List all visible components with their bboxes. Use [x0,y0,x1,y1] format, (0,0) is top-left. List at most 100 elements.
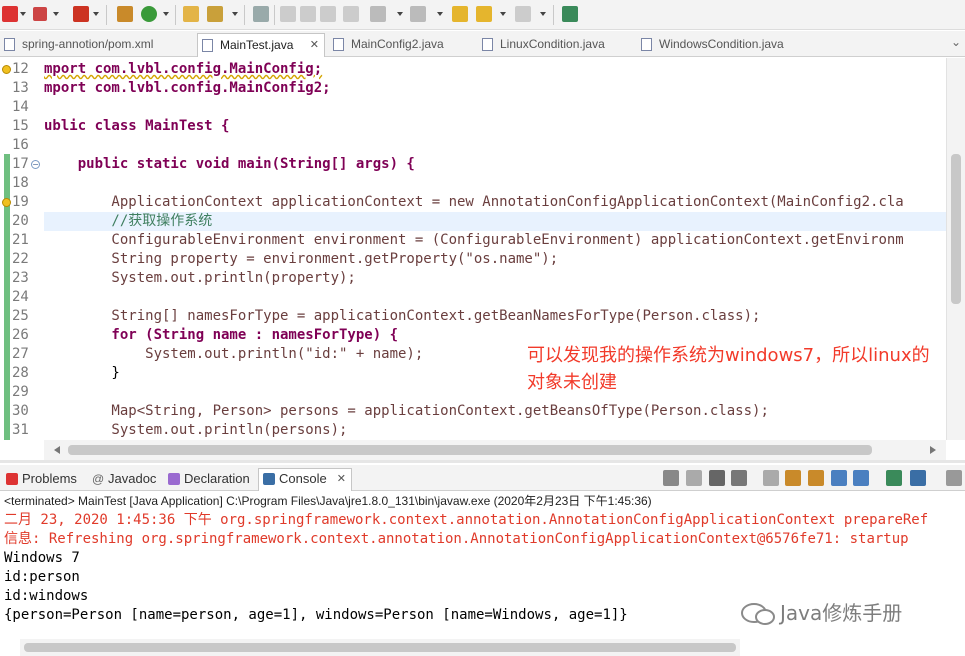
debug-icon[interactable] [2,6,18,22]
search-icon[interactable] [253,6,269,22]
tab-mainconfig2-java[interactable]: MainConfig2.java [329,33,469,57]
java-file-icon [333,38,344,51]
code-line: String property = environment.getPropert… [44,251,559,267]
word-wrap-icon[interactable] [785,470,801,486]
code-line: ApplicationContext applicationContext = … [44,194,904,210]
tab-declaration[interactable]: Declaration [164,469,254,489]
run-icon[interactable] [73,6,89,22]
paragraph-icon[interactable] [343,6,359,22]
view-menu-icon[interactable] [910,470,926,486]
scroll-lock-icon[interactable] [763,470,779,486]
line-number: 28 [12,365,29,381]
console-line: id:person [4,569,80,585]
problems-icon [6,473,18,485]
console-horizontal-scrollbar[interactable] [20,639,740,656]
line-number: 31 [12,422,29,438]
wechat-icon [741,603,775,625]
console-view-icon[interactable] [562,6,578,22]
annotation-icon[interactable] [320,6,336,22]
back-icon[interactable] [476,6,492,22]
code-line: System.out.println("id:" + name); [44,346,424,362]
tab-pom-xml[interactable]: spring-annotion/pom.xml [0,33,190,57]
line-number: 23 [12,270,29,286]
tab-problems[interactable]: Problems [2,469,84,489]
tab-label: MainConfig2.java [351,37,444,51]
javadoc-icon: @ [92,472,105,486]
editor-horizontal-scrollbar[interactable] [44,440,946,460]
tab-label: MainTest.java [220,38,294,52]
line-number: 22 [12,251,29,267]
red-annotation-note: 可以发现我的操作系统为windows7，所以linux的对象未创建 [527,345,930,393]
remove-all-icon[interactable] [709,470,725,486]
tab-console[interactable]: Console ✕ [258,468,352,491]
code-line: } [44,365,120,381]
warning-lightbulb-icon[interactable] [2,198,11,207]
toggle-icon[interactable] [300,6,316,22]
last-edit-icon[interactable] [452,6,468,22]
new-package-icon[interactable] [117,6,133,22]
remove-launch-icon[interactable] [663,470,679,486]
prev-dropdown-icon[interactable] [437,12,443,16]
debug-dropdown-icon[interactable] [20,12,26,16]
tab-javadoc[interactable]: @ Javadoc [88,469,160,489]
stop-icon[interactable] [33,7,47,21]
terminate-icon[interactable] [686,470,702,486]
declaration-icon [168,473,180,485]
console-icon [263,473,275,485]
prev-annotation-icon[interactable] [410,6,426,22]
forward-icon[interactable] [515,6,531,22]
console-line: 二月 23, 2020 1:45:36 下午 org.springframewo… [4,512,929,528]
line-number: 14 [12,99,29,115]
line-number: 27 [12,346,29,362]
tab-overflow-icon[interactable]: ⌄ [951,35,961,49]
console-header: <terminated> MainTest [Java Application]… [4,494,652,508]
pin-console-icon[interactable] [831,470,847,486]
code-line: String[] namesForType = applicationConte… [44,308,761,324]
close-tab-icon[interactable]: ✕ [337,469,346,489]
line-number: 17 [12,156,29,172]
back-dropdown-icon[interactable] [500,12,506,16]
line-number: 21 [12,232,29,248]
console-line: Windows 7 [4,550,80,566]
tab-label: spring-annotion/pom.xml [22,37,154,51]
console-line: 信息: Refreshing org.springframework.conte… [4,531,909,547]
tab-maintest-java[interactable]: MainTest.java ✕ [197,33,325,57]
line-number: 26 [12,327,29,343]
format-icon[interactable] [280,6,296,22]
forward-dropdown-icon[interactable] [540,12,546,16]
display-console-icon[interactable] [853,470,869,486]
tab-linuxcondition-java[interactable]: LinuxCondition.java [478,33,638,57]
console-line: id:windows [4,588,89,604]
line-number: 15 [12,118,29,134]
wand-dropdown-icon[interactable] [232,12,238,16]
minimize-icon[interactable] [946,470,962,486]
java-file-icon [482,38,493,51]
code-line: public static void main(String[] args) { [44,156,415,172]
open-console-icon[interactable] [886,470,902,486]
line-number: 16 [12,137,29,153]
close-tab-icon[interactable]: ✕ [310,34,319,56]
line-number: 18 [12,175,29,191]
line-number: 19 [12,194,29,210]
panel-divider[interactable] [0,460,965,463]
next-annotation-icon[interactable] [370,6,386,22]
run-dropdown-icon[interactable] [93,12,99,16]
wand-icon[interactable] [207,6,223,22]
refresh-icon[interactable] [141,6,157,22]
warning-lightbulb-icon[interactable] [2,65,11,74]
tab-windowscondition-java[interactable]: WindowsCondition.java [637,33,817,57]
tab-label: WindowsCondition.java [659,37,784,51]
editor-vertical-scrollbar[interactable] [946,58,965,440]
stop-dropdown-icon[interactable] [53,12,59,16]
line-number: 13 [12,80,29,96]
line-number: 25 [12,308,29,324]
code-editor[interactable]: − mport com.lvbl.config.MainConfig; mpor… [0,58,965,440]
scrollbar-thumb[interactable] [951,154,961,304]
clear-console-icon[interactable] [808,470,824,486]
remove-all-terminated-icon[interactable] [731,470,747,486]
change-bar [4,154,10,440]
code-line: ublic class MainTest { [44,118,230,134]
refresh-dropdown-icon[interactable] [163,12,169,16]
next-dropdown-icon[interactable] [397,12,403,16]
open-folder-icon[interactable] [183,6,199,22]
